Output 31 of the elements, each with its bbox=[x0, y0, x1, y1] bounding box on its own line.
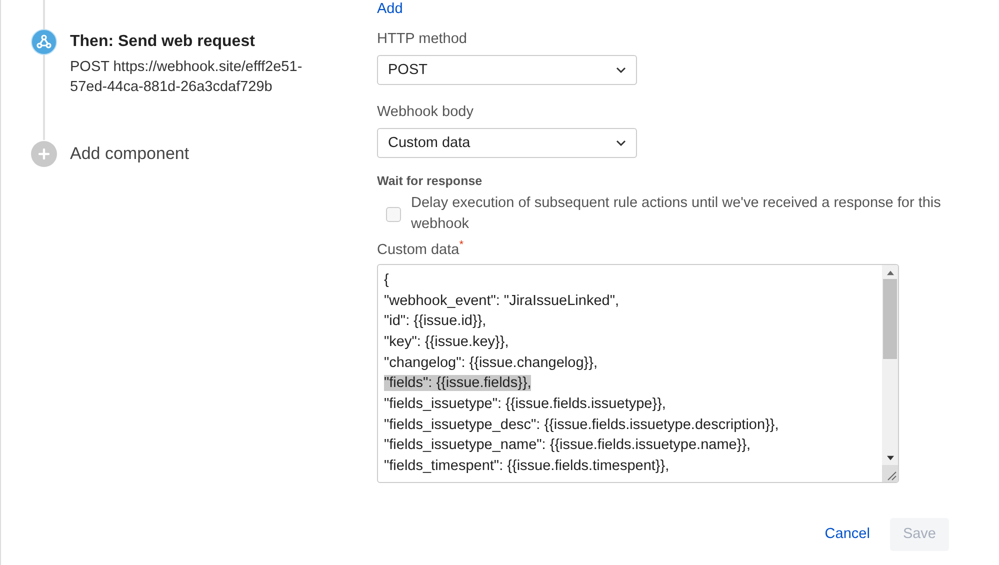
required-mark: * bbox=[459, 239, 464, 251]
code-line: "fields_issuetype": {{issue.fields.issuetype}}, bbox=[384, 396, 666, 412]
code-line: "fields_issuetype_name": {{issue.fields.issuetype.name}}, bbox=[384, 437, 751, 454]
field-label: HTTP method bbox=[377, 31, 468, 47]
code-line: "changelog": {{issue.changelog}}, bbox=[384, 354, 598, 371]
resize-handle-icon[interactable] bbox=[882, 464, 898, 482]
code-line: "webhook_event": "JiraIssueLinked", bbox=[384, 292, 620, 309]
chevron-down-icon bbox=[616, 67, 626, 73]
checkbox-label: Delay execution of subsequent rule actions until we've received a response for this webhook bbox=[411, 194, 942, 234]
custom-data-textarea[interactable] bbox=[377, 264, 899, 483]
checkbox[interactable] bbox=[386, 206, 401, 222]
cancel-button[interactable]: Cancel bbox=[812, 518, 882, 551]
field-label: Custom data bbox=[377, 242, 460, 258]
scrollbar[interactable] bbox=[882, 264, 898, 482]
http-method-select[interactable]: POST bbox=[377, 55, 637, 85]
field-label: Webhook body bbox=[377, 104, 474, 120]
step-detail: POST https://webhook.site/efff2e51-57ed-44ca-881d-26a3cdaf729b bbox=[70, 58, 304, 97]
code-line: "key": {{issue.key}}, bbox=[384, 334, 509, 350]
step-title[interactable]: Then: Send web request bbox=[70, 33, 320, 51]
section-heading: Wait for response bbox=[377, 174, 484, 188]
code-line: "id": {{issue.id}}, bbox=[384, 313, 486, 330]
webhook-icon bbox=[31, 29, 57, 55]
code-line: { bbox=[384, 272, 389, 288]
code-line: "fields_issuetype_desc": {{issue.fields.issuetype.description}}, bbox=[384, 416, 779, 433]
add-link[interactable]: Add bbox=[377, 0, 952, 18]
scroll-up-icon[interactable] bbox=[886, 268, 894, 276]
chevron-down-icon bbox=[616, 140, 626, 146]
webhook-body-select[interactable]: Custom data bbox=[377, 128, 637, 158]
add-component-link[interactable]: Add component bbox=[70, 144, 190, 164]
scroll-down-icon[interactable] bbox=[886, 454, 894, 462]
code-line: "fields_timespent": {{issue.fields.timespent}}, bbox=[384, 458, 670, 474]
